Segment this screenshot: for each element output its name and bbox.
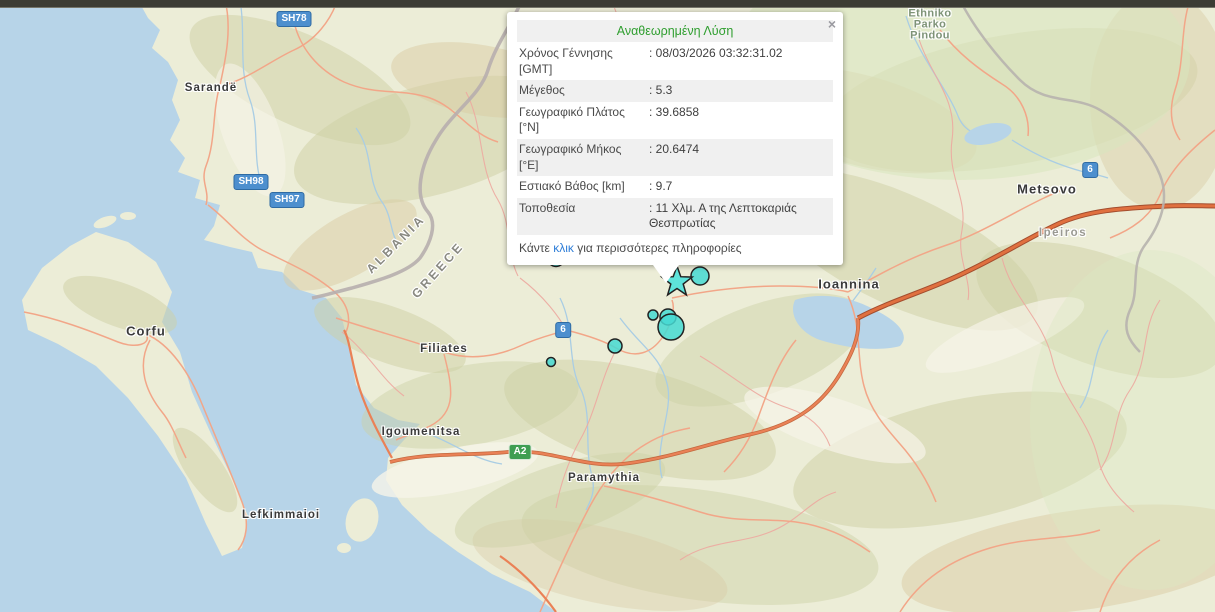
popup-row-location: Τοποθεσία : 11 Χλμ. Α της Λεπτοκαριάς Θε…: [517, 198, 833, 235]
location-value: : 11 Χλμ. Α της Λεπτοκαριάς Θεσπρωτίας: [647, 198, 833, 235]
magnitude-label: Μέγεθος: [517, 80, 647, 102]
earthquake-info-popup: × Αναθεωρημένη Λύση Χρόνος Γέννησης [GMT…: [507, 12, 843, 265]
depth-value: : 9.7: [647, 176, 833, 198]
popup-row-depth: Εστιακό Βάθος [km] : 9.7: [517, 176, 833, 198]
origin-time-value: : 08/03/2026 03:32:31.02: [647, 43, 833, 65]
latitude-label: Γεωγραφικό Πλάτος [°N]: [517, 102, 647, 139]
epicenter-circle[interactable]: [691, 267, 709, 285]
origin-time-label: Χρόνος Γέννησης [GMT]: [517, 43, 647, 80]
epicenter-circle[interactable]: [547, 358, 556, 367]
magnitude-value: : 5.3: [647, 80, 833, 102]
longitude-label: Γεωγραφικό Μήκος [°E]: [517, 139, 647, 176]
depth-label: Εστιακό Βάθος [km]: [517, 176, 647, 198]
longitude-value: : 20.6474: [647, 139, 833, 161]
popup-row-longitude: Γεωγραφικό Μήκος [°E] : 20.6474: [517, 139, 833, 176]
popup-row-magnitude: Μέγεθος : 5.3: [517, 80, 833, 102]
islet: [120, 212, 136, 220]
popup-row-origin-time: Χρόνος Γέννησης [GMT] : 08/03/2026 03:32…: [517, 43, 833, 80]
footer-text-post: για περισσότερες πληροφορίες: [574, 241, 742, 255]
footer-text-pre: Κάντε: [519, 241, 553, 255]
latitude-value: : 39.6858: [647, 102, 833, 124]
popup-footer: Κάντε κλικ για περισσότερες πληροφορίες: [517, 235, 833, 257]
epicenter-circle[interactable]: [648, 310, 658, 320]
popup-row-latitude: Γεωγραφικό Πλάτος [°N] : 39.6858: [517, 102, 833, 139]
top-bar: [0, 0, 1215, 8]
close-icon[interactable]: ×: [828, 17, 836, 31]
epicenter-circle[interactable]: [608, 339, 622, 353]
popup-title: Αναθεωρημένη Λύση: [517, 20, 833, 42]
more-info-link[interactable]: κλικ: [553, 241, 574, 255]
epicenter-circle[interactable]: [658, 314, 684, 340]
islet: [337, 543, 351, 553]
location-label: Τοποθεσία: [517, 198, 647, 220]
popup-tail: [653, 265, 679, 283]
